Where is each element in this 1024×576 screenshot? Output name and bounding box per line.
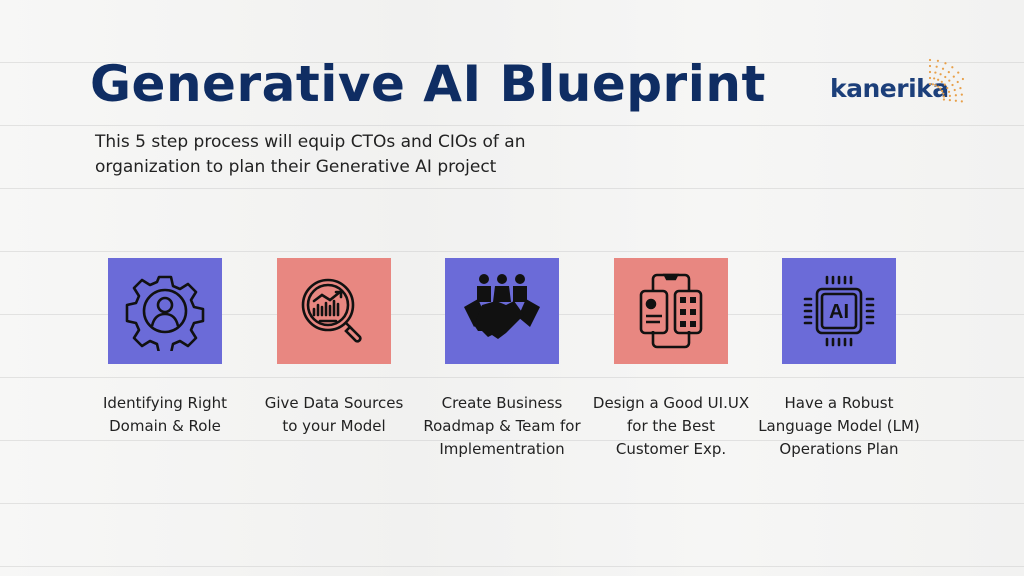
logo-dot <box>954 99 957 102</box>
step-5-label: Have a Robust Language Model (LM) Operat… <box>754 392 924 461</box>
step-2: Give Data Sources to your Model <box>249 258 419 438</box>
logo-dot <box>953 88 956 92</box>
logo-dot <box>946 86 949 90</box>
logo-dot <box>937 85 940 88</box>
logo-dot <box>941 67 945 70</box>
logo-dot <box>940 80 943 83</box>
step-3: Create Business Roadmap & Team for Imple… <box>417 258 587 461</box>
logo-dot <box>943 83 946 86</box>
logo-dot <box>942 98 946 101</box>
logo-dot <box>948 98 951 102</box>
mobile-ui-icon <box>639 273 703 349</box>
page-title: Generative AI Blueprint <box>90 55 766 113</box>
logo-dot <box>948 94 951 98</box>
step-3-label-line: Create Business <box>441 394 563 412</box>
step-3-label-line: Implementration <box>439 440 565 458</box>
logo-dot <box>934 71 937 74</box>
step-3-tile <box>445 258 559 364</box>
logo-dot <box>951 66 954 69</box>
step-1-label-line: Identifying Right <box>102 394 228 412</box>
logo-dot <box>948 79 951 82</box>
step-2-tile <box>277 258 391 364</box>
logo-dot <box>956 80 959 84</box>
step-3-label-line: Roadmap & Team for <box>423 417 581 435</box>
step-4-label-line: Customer Exp. <box>615 440 727 458</box>
logo-dot <box>928 82 932 86</box>
step-1-label-line: Domain & Role <box>109 417 221 435</box>
step-4: Design a Good UI.UX for the Best Custome… <box>586 258 756 461</box>
logo-dot <box>928 76 932 80</box>
step-4-label-line: Design a Good UI.UX <box>592 394 750 412</box>
svg-text:AI: AI <box>829 301 849 323</box>
logo-dot <box>928 58 932 62</box>
logo-dot <box>951 83 954 87</box>
step-5: AI Have a Robust Language Model (LM) Ope… <box>754 258 924 461</box>
step-1-tile <box>108 258 222 364</box>
logo-dot <box>933 77 936 80</box>
magnifier-chart-icon <box>301 278 362 343</box>
logo-dot <box>939 73 942 76</box>
logo-dot <box>961 77 965 81</box>
step-5-tile: AI <box>782 258 896 364</box>
logo-dot <box>934 84 937 87</box>
step-1-label: Identifying Right Domain & Role <box>80 392 250 438</box>
team-handshake-icon <box>464 274 540 339</box>
logo-dots-icon <box>928 58 965 103</box>
logo-dot <box>954 94 957 97</box>
logo-dot <box>947 90 951 93</box>
page-subtitle: This 5 step process will equip CTOs and … <box>95 132 526 177</box>
step-2-label-line: to your Model <box>282 417 386 435</box>
step-2-label-line: Give Data Sources <box>264 394 404 412</box>
logo-dot <box>947 71 950 74</box>
logo-dot <box>957 71 960 74</box>
logo-dot <box>959 87 962 90</box>
kanerika-logo: kanerika <box>830 58 970 108</box>
step-4-tile <box>614 258 728 364</box>
logo-dot <box>960 93 963 96</box>
step-5-label-line: Have a Robust <box>784 394 894 412</box>
logo-dot <box>928 70 932 74</box>
step-4-label: Design a Good UI.UX for the Best Custome… <box>586 392 756 461</box>
logo-dot <box>960 100 963 103</box>
ai-chip-icon: AI <box>803 275 875 347</box>
step-1: Identifying Right Domain & Role <box>80 258 250 438</box>
logo-dot <box>928 64 932 68</box>
step-3-label: Create Business Roadmap & Team for Imple… <box>417 392 587 461</box>
logo-dot <box>941 89 944 93</box>
logo-dot <box>942 92 945 95</box>
logo-dot <box>952 75 955 78</box>
logo-dot <box>936 59 940 62</box>
gear-person-icon <box>125 275 205 351</box>
logo-dot <box>931 83 935 86</box>
logo-dot <box>935 65 938 68</box>
step-5-label-line: Language Model (LM) <box>758 417 920 435</box>
step-2-label: Give Data Sources to your Model <box>249 392 419 438</box>
logo-dot <box>939 87 942 90</box>
step-4-label-line: for the Best <box>627 417 715 435</box>
logo-dot <box>937 78 940 81</box>
logo-dot <box>942 95 946 98</box>
step-5-label-line: Operations Plan <box>779 440 899 458</box>
steps-row: Identifying Right Domain & Role Give Dat… <box>0 258 1024 478</box>
logo-dot <box>944 75 947 79</box>
logo-dot <box>944 62 947 65</box>
